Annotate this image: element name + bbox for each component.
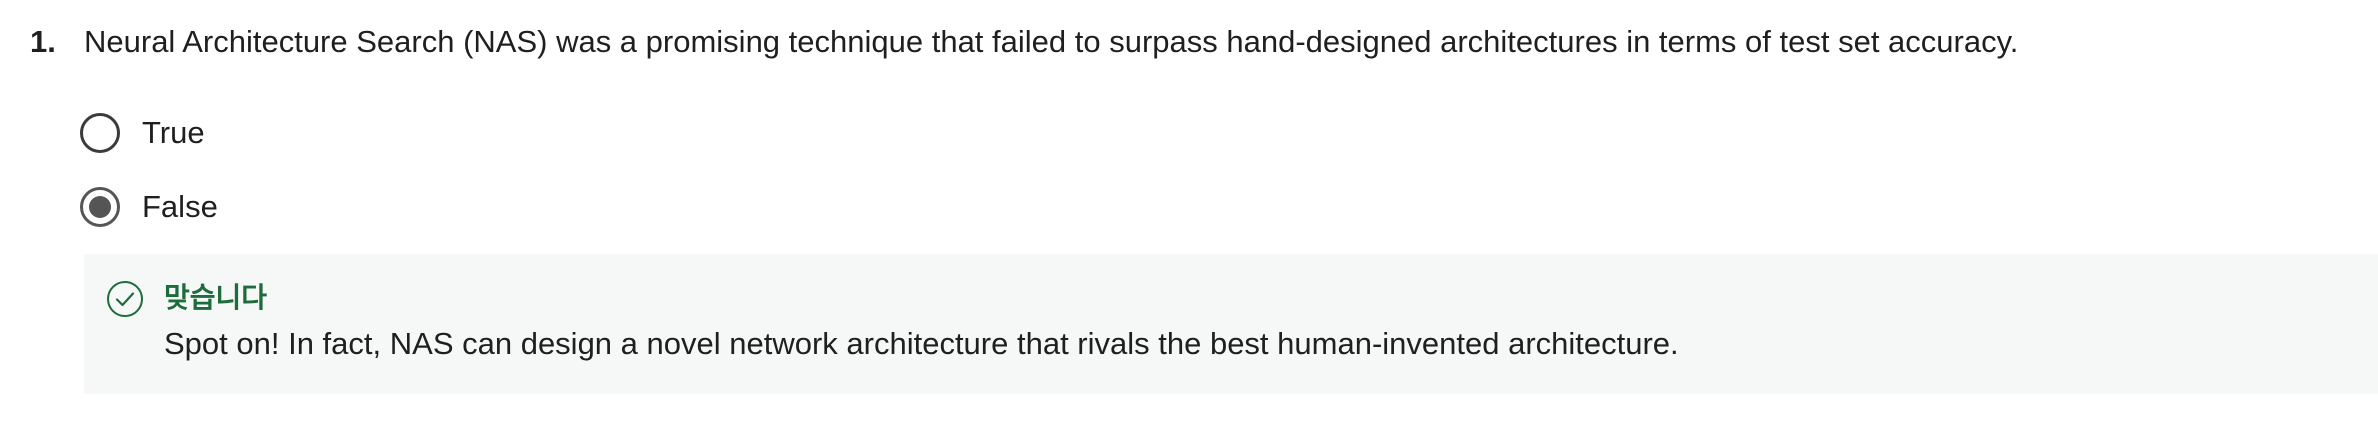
- option-true[interactable]: True: [80, 110, 205, 156]
- check-circle-icon: [107, 281, 143, 317]
- option-false[interactable]: False: [80, 184, 218, 230]
- feedback-panel: 맞습니다 Spot on! In fact, NAS can design a …: [84, 254, 2378, 394]
- feedback-status: 맞습니다: [164, 282, 268, 313]
- quiz-question: 1. Neural Architecture Search (NAS) was …: [0, 0, 2378, 424]
- feedback-message: Spot on! In fact, NAS can design a novel…: [164, 326, 1679, 361]
- question-text: Neural Architecture Search (NAS) was a p…: [84, 24, 2019, 59]
- radio-button-true[interactable]: [80, 113, 120, 153]
- radio-button-false[interactable]: [80, 187, 120, 227]
- question-number: 1.: [30, 24, 56, 59]
- option-label-false: False: [142, 189, 218, 224]
- option-label-true: True: [142, 115, 205, 150]
